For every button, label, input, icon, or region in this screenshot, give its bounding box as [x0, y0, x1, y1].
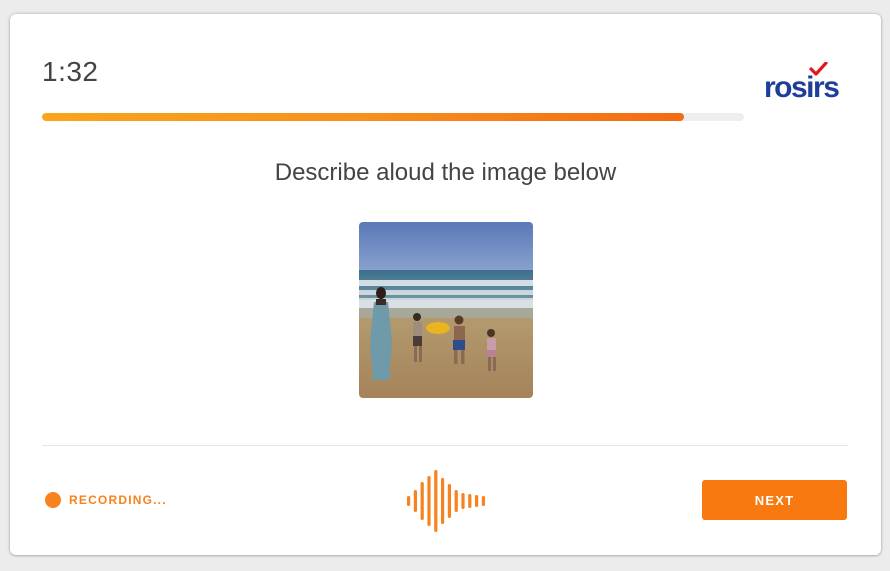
waveform-bar — [454, 490, 458, 512]
recording-dot-icon — [45, 492, 61, 508]
footer-divider — [42, 445, 848, 446]
progress-bar — [42, 113, 744, 121]
recording-status: RECORDING... — [69, 493, 167, 507]
waveform-bar — [481, 496, 485, 506]
waveform-bar — [475, 495, 479, 507]
waveform-bar — [441, 478, 445, 524]
audio-waveform-icon — [407, 470, 485, 532]
progress-bar-fill — [42, 113, 685, 121]
waveform-bar — [407, 496, 411, 506]
logo-text: rosirs — [764, 71, 839, 102]
beach-family-photo — [359, 222, 533, 398]
waveform-bar — [434, 470, 438, 532]
waveform-bar — [461, 493, 465, 509]
rosirs-logo: rosirs — [764, 62, 841, 102]
waveform-bar — [420, 482, 424, 520]
waveform-bar — [413, 490, 417, 512]
waveform-bar — [427, 476, 431, 526]
speaking-task-card: 1:32 rosirs Describe aloud the image bel… — [10, 14, 881, 555]
countdown-timer: 1:32 — [42, 56, 99, 87]
next-button[interactable]: NEXT — [702, 480, 847, 520]
waveform-bar — [468, 494, 472, 508]
task-prompt: Describe aloud the image below — [274, 159, 617, 186]
waveform-bar — [447, 484, 451, 518]
